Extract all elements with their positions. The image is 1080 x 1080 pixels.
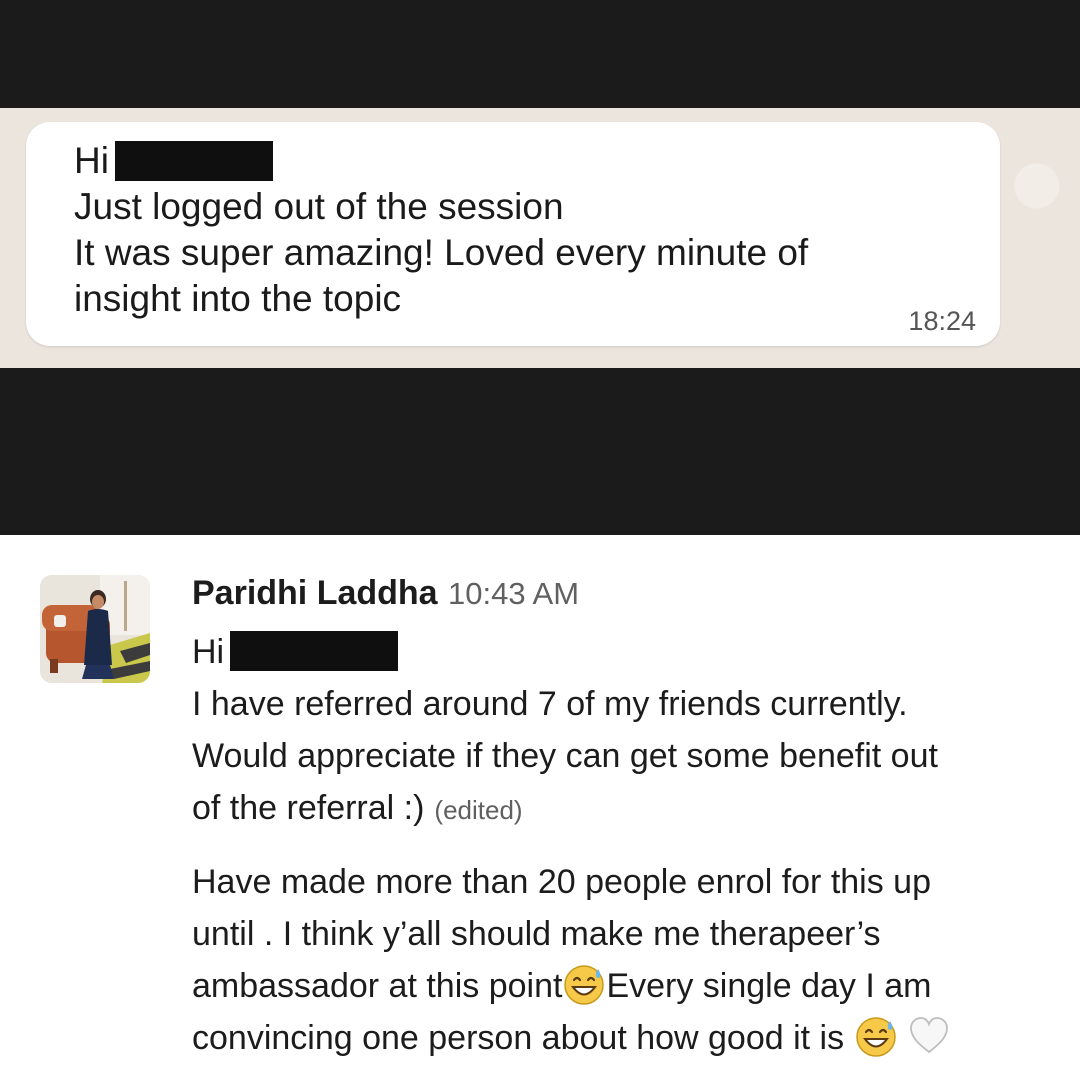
top-dark-band — [0, 0, 1080, 108]
whatsapp-message-line: Just logged out of the session — [74, 186, 564, 227]
white-heart-emoji-icon — [910, 1017, 948, 1054]
edited-label: (edited) — [434, 795, 523, 825]
slack-message-line: ambassador at this point Every single day… — [192, 960, 1052, 1012]
redacted-name-block — [114, 141, 273, 182]
slack-message-line-text: ambassador at this point — [192, 967, 563, 1005]
slack-message-line-text: Every single day I am — [606, 967, 932, 1005]
grinning-sweat-emoji-icon — [855, 1017, 896, 1057]
slack-message-line-text: convincing one person about how good it … — [192, 1019, 845, 1057]
whatsapp-message-text: Hi Just logged out of the session It was… — [74, 138, 894, 322]
grinning-sweat-emoji-icon — [564, 965, 605, 1005]
slack-message-line: until . I think y’all should make me the… — [192, 915, 881, 953]
whatsapp-message-line: insight into the topic — [74, 278, 402, 319]
whatsapp-message-line: It was super amazing! Loved every minute… — [74, 232, 809, 273]
redacted-name-block — [230, 631, 399, 672]
middle-dark-band — [0, 368, 1080, 535]
sender-name[interactable]: Paridhi Laddha — [192, 574, 438, 612]
slack-message-line-text: of the referral :) — [192, 789, 425, 827]
slack-message-line: convincing one person about how good it … — [192, 1012, 1052, 1064]
whatsapp-greeting: Hi — [74, 140, 109, 181]
slack-message-line: I have referred around 7 of my friends c… — [192, 685, 908, 723]
slack-greeting-line: Hi — [192, 626, 1052, 678]
slack-message-header: Paridhi Laddha 10:43 AM — [192, 574, 579, 613]
slack-greeting: Hi — [192, 633, 225, 671]
slack-message-body: Hi I have referred around 7 of my friend… — [192, 626, 1052, 1064]
message-timestamp[interactable]: 10:43 AM — [448, 576, 579, 611]
avatar-photo — [40, 575, 150, 683]
whatsapp-message-time: 18:24 — [908, 306, 976, 336]
avatar[interactable] — [40, 575, 150, 683]
slack-message-line: Would appreciate if they can get some be… — [192, 737, 938, 775]
slack-message-line: of the referral :) (edited) — [192, 782, 1052, 836]
slack-message-line: Have made more than 20 people enrol for … — [192, 863, 932, 901]
whatsapp-greeting-line: Hi — [74, 138, 894, 184]
